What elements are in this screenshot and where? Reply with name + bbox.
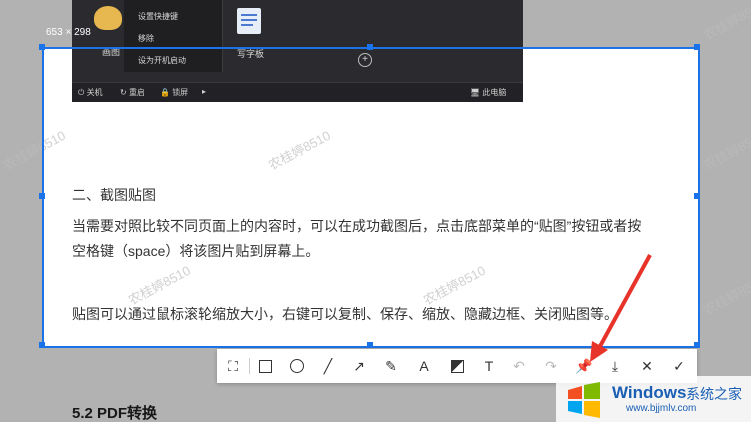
brand-name: Windows	[612, 383, 687, 402]
annotation-arrow	[590, 254, 652, 362]
brand-url: www.bjjmlv.com	[626, 403, 697, 414]
site-brand-watermark: Windows 系统之家 www.bjjmlv.com	[556, 376, 751, 422]
windows-logo-icon	[568, 382, 600, 418]
brand-cn: 系统之家	[686, 386, 742, 402]
